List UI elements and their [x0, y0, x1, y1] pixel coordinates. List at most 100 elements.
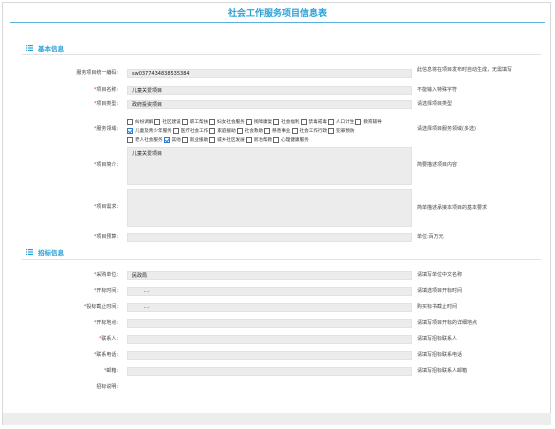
domain-option[interactable]: 禁毒戒毒 — [300, 118, 327, 125]
domain-option-label: 社区建设 — [162, 119, 181, 125]
section-header-bidding: 招标信息 — [26, 247, 64, 257]
domain-option[interactable]: 社区建设 — [154, 118, 181, 125]
intro-hint: 简要描述项目内容 — [417, 162, 458, 168]
checkbox[interactable] — [245, 118, 252, 125]
email-hint: 请填写招标联系人邮箱 — [417, 368, 468, 374]
type-hint: 请选择项目类型 — [417, 101, 453, 107]
domain-option[interactable]: 残障康复 — [245, 118, 273, 125]
checkbox[interactable] — [154, 118, 161, 125]
checkbox[interactable] — [181, 136, 188, 143]
domain-option-label: 残障康复 — [253, 119, 273, 125]
checkbox[interactable] — [355, 118, 362, 125]
title-divider — [10, 22, 545, 23]
domain-option[interactable]: 教育辅导 — [355, 118, 382, 125]
domain-option-label: 其他 — [171, 137, 181, 143]
checked-checkbox[interactable] — [127, 127, 133, 134]
section-title-bidding: 招标信息 — [38, 249, 64, 257]
buyer-label: *采购单位: — [93, 272, 118, 278]
domain-option[interactable]: 社会救助 — [236, 127, 264, 134]
checked-checkbox[interactable] — [163, 136, 170, 143]
domain-option[interactable]: 新冶帮教 — [245, 136, 273, 143]
phone-label: *联系电话: — [93, 352, 118, 358]
checkbox[interactable] — [209, 127, 216, 134]
project-need-textarea[interactable] — [127, 189, 412, 227]
project-name-input[interactable]: 儿童关爱项目 — [127, 86, 412, 95]
list-icon — [26, 249, 33, 255]
checkbox[interactable] — [300, 118, 307, 125]
phone-input[interactable] — [127, 351, 412, 360]
domain-option[interactable]: 其他 — [163, 136, 181, 143]
checkbox[interactable] — [245, 136, 252, 143]
contact-hint: 请填写招标联系人 — [417, 336, 458, 342]
phone-hint: 请填写招标联系电话 — [417, 352, 463, 358]
domain-option[interactable]: 社会福利 — [273, 118, 300, 125]
domain-option-label: 城乡社区发展 — [217, 137, 245, 143]
email-input[interactable] — [127, 367, 412, 376]
checkbox[interactable] — [328, 127, 335, 134]
domain-option-label: 老人社会服务 — [135, 137, 163, 143]
place-hint: 请填写项目开标的详细地点 — [417, 320, 478, 326]
domain-option[interactable]: 就业援助 — [181, 136, 209, 143]
domain-option[interactable]: 妇女社会服务 — [209, 118, 245, 125]
checkbox[interactable] — [181, 118, 188, 125]
checkbox[interactable] — [291, 127, 298, 134]
buyer-hint: 请填写单位中文名称 — [417, 272, 463, 278]
domain-option[interactable]: 纠纷调解 — [127, 118, 154, 125]
checkbox[interactable] — [273, 118, 280, 125]
budget-hint: 单位:百万元 — [417, 234, 444, 240]
domain-option-label: 就业援助 — [189, 137, 209, 143]
domain-option-label: 妇女社会服务 — [217, 119, 245, 125]
checkbox[interactable] — [127, 118, 133, 125]
domain-option[interactable]: 医疗社会工作 — [172, 127, 208, 134]
checkbox[interactable] — [273, 136, 280, 143]
start-time-hint: 请填选项目开标时间 — [417, 288, 463, 294]
deadline-label: *投标截止时间: — [83, 304, 118, 310]
contact-input[interactable] — [127, 335, 412, 344]
contact-label: *联系人: — [98, 336, 118, 342]
budget-input[interactable] — [127, 233, 412, 242]
need-label: *项目需求: — [93, 204, 118, 210]
checkbox[interactable] — [209, 118, 216, 125]
checkbox[interactable] — [209, 136, 216, 143]
start-time-label: *开标时间: — [93, 288, 118, 294]
intro-label: *项目简介: — [93, 162, 118, 168]
name-label: *项目名称: — [93, 87, 118, 93]
domain-checkbox-group: 纠纷调解 社区建设 职工帮扶 妇女社会服务 残障康复 社会福利 禁毒戒毒 人口计生 教育辅导 儿… — [127, 117, 412, 144]
project-intro-textarea[interactable]: 儿童关爱项目 — [127, 147, 412, 185]
section-header-basic: 基本信息 — [26, 43, 64, 53]
start-time-input[interactable]: - - — [127, 287, 412, 296]
domain-option[interactable]: 老人社会服务 — [127, 136, 163, 143]
domain-label: *服务领域: — [93, 126, 118, 132]
list-icon — [26, 45, 33, 51]
domain-option[interactable]: 家庭援助 — [209, 127, 236, 134]
buyer-input[interactable]: 民政局 — [127, 271, 412, 280]
place-input[interactable] — [127, 319, 412, 328]
need-hint: 简单描述承接本项目的基本要求 — [417, 205, 488, 211]
checkbox[interactable] — [236, 127, 243, 134]
domain-option[interactable]: 城乡社区发展 — [209, 136, 245, 143]
domain-option-label: 纠纷调解 — [135, 119, 154, 125]
domain-option[interactable]: 犯罪预防 — [328, 127, 355, 134]
checkbox[interactable] — [327, 118, 334, 125]
domain-option[interactable]: 心理健康服务 — [273, 136, 309, 143]
domain-option-label: 新冶帮教 — [253, 137, 273, 143]
project-code-field[interactable]: sw0377434838535384 — [127, 69, 412, 78]
code-label: 服务项目统一编码: — [76, 70, 118, 76]
domain-option-label: 社会救助 — [244, 128, 264, 134]
place-label: *开标地点: — [93, 320, 118, 326]
domain-option[interactable]: 社会工作行政 — [291, 127, 327, 134]
domain-option[interactable]: 慈善事业 — [264, 127, 291, 134]
domain-option[interactable]: 人口计生 — [327, 118, 355, 125]
checkbox[interactable] — [264, 127, 271, 134]
checkbox[interactable] — [127, 136, 133, 143]
domain-option-label: 社会福利 — [281, 119, 300, 125]
project-type-select[interactable]: 政府投资项目 — [127, 100, 412, 109]
deadline-input[interactable]: - - — [127, 303, 412, 312]
domain-option[interactable]: 职工帮扶 — [181, 118, 208, 125]
deadline-hint: 购买标书截止时间 — [417, 304, 458, 310]
domain-option-label: 人口计生 — [335, 119, 355, 125]
checkbox[interactable] — [172, 127, 179, 134]
section-divider-basic — [22, 54, 541, 55]
domain-option[interactable]: 儿童及青少年服务 — [127, 127, 172, 134]
domain-option-label: 犯罪预防 — [336, 128, 355, 134]
